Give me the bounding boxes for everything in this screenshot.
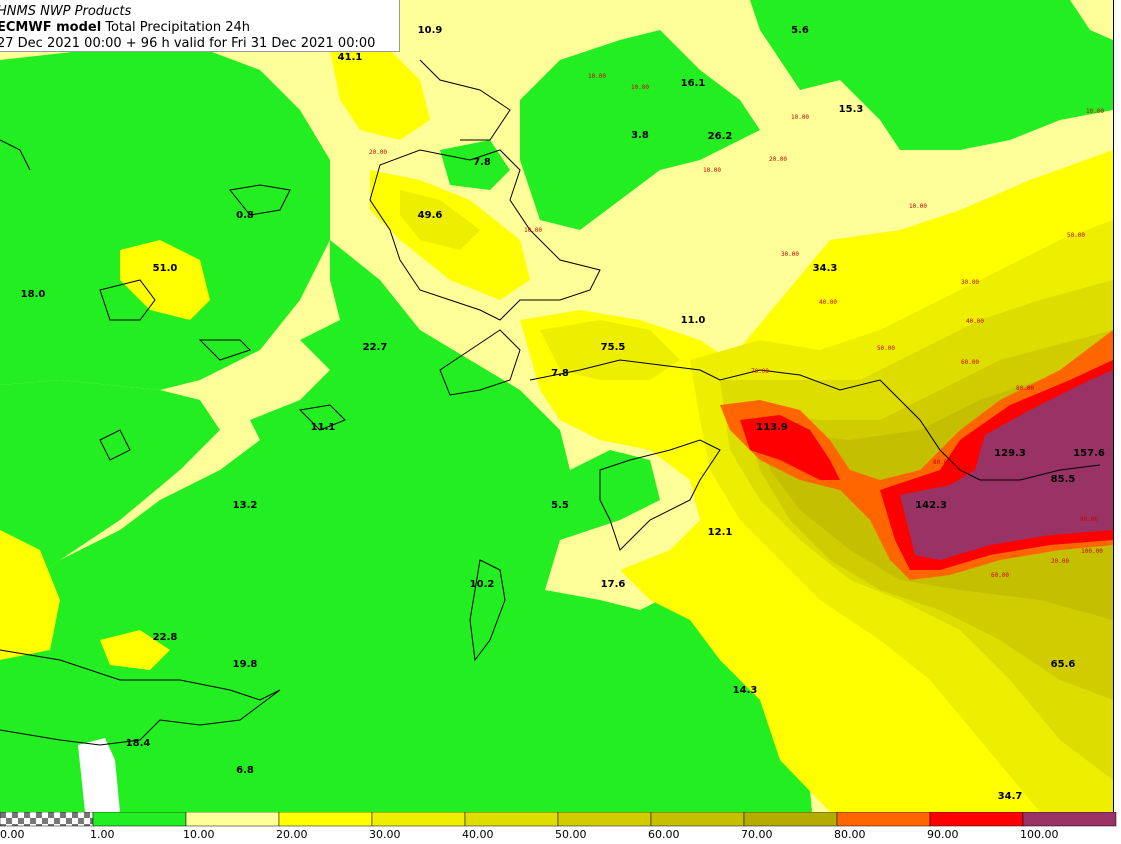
grid-value-label: 51.0: [153, 263, 178, 274]
grid-value-label: 10.2: [470, 579, 495, 590]
model-name: ECMWF model: [0, 20, 102, 35]
legend-label: 20.00: [276, 828, 308, 841]
legend-label: 100.00: [1020, 828, 1059, 841]
contour-value-label: 100.00: [1081, 548, 1103, 555]
contour-value-label: 30.00: [781, 251, 799, 258]
legend-swatch: [836, 812, 931, 827]
legend-swatch: [557, 812, 652, 827]
grid-value-label: 142.3: [915, 500, 947, 511]
legend-label: 30.00: [369, 828, 401, 841]
legend-label: 40.00: [462, 828, 494, 841]
valid-time: 27 Dec 2021 00:00 + 96 h valid for Fri 3…: [0, 36, 376, 51]
grid-value-label: 75.5: [601, 342, 626, 353]
product-line: HNMS NWP Products: [0, 4, 132, 19]
legend-swatch: [371, 812, 466, 827]
grid-value-label: 34.7: [998, 791, 1023, 802]
contour-value-label: 40.00: [819, 299, 837, 306]
field-name: Total Precipitation 24h: [105, 20, 250, 35]
map-frame-right: [1113, 0, 1121, 812]
grid-value-label: 7.8: [473, 157, 491, 168]
grid-value-label: 18.4: [126, 738, 151, 749]
contour-value-label: 90.00: [1080, 516, 1098, 523]
contour-value-label: 70.00: [953, 465, 971, 472]
grid-value-label: 10.9: [418, 25, 443, 36]
contour-value-label: 80.00: [933, 459, 951, 466]
contour-value-label: 30.00: [961, 279, 979, 286]
legend-label: 90.00: [927, 828, 959, 841]
grid-value-label: 11.1: [311, 422, 336, 433]
grid-value-label: 113.9: [756, 422, 788, 433]
grid-value-label: 49.6: [418, 210, 443, 221]
contour-value-label: 10.00: [631, 84, 649, 91]
legend-label: 1.00: [90, 828, 115, 841]
contour-value-label: 20.00: [369, 149, 387, 156]
legend-swatch: [464, 812, 559, 827]
grid-value-label: 22.8: [153, 632, 178, 643]
legend-label: 0.00: [0, 828, 25, 841]
contour-value-label: 50.00: [1067, 232, 1085, 239]
grid-value-label: 17.6: [601, 579, 626, 590]
grid-value-label: 26.2: [708, 131, 733, 142]
grid-value-label: 14.3: [733, 685, 758, 696]
legend-swatch: [743, 812, 838, 827]
legend-swatch: [92, 812, 187, 827]
contour-value-label: 20.00: [1051, 558, 1069, 565]
contour-value-label: 40.00: [966, 318, 984, 325]
grid-value-label: 0.8: [236, 210, 254, 221]
grid-value-label: 13.2: [233, 500, 258, 511]
contour-value-label: 10.00: [588, 73, 606, 80]
contour-value-label: 60.00: [991, 572, 1009, 579]
map-header: HNMS NWP Products ECMWF model Total Prec…: [0, 0, 400, 52]
grid-value-label: 34.3: [813, 263, 838, 274]
grid-value-label: 6.8: [236, 765, 254, 776]
grid-value-label: 3.8: [631, 130, 649, 141]
grid-value-label: 85.5: [1051, 474, 1076, 485]
grid-value-label: 22.7: [363, 342, 388, 353]
grid-value-label: 129.3: [994, 448, 1026, 459]
legend-label: 70.00: [741, 828, 773, 841]
contour-value-label: 60.00: [961, 359, 979, 366]
grid-value-label: 15.3: [839, 104, 864, 115]
contour-value-label: 20.00: [769, 156, 787, 163]
contour-value-label: 10.00: [524, 227, 542, 234]
grid-value-label: 11.0: [681, 315, 706, 326]
legend-label: 60.00: [648, 828, 680, 841]
legend-swatch: [0, 812, 94, 827]
legend-swatch: [185, 812, 280, 827]
grid-value-label: 16.1: [681, 78, 706, 89]
grid-value-label: 7.8: [551, 368, 569, 379]
contour-value-label: 70.00: [751, 368, 769, 375]
contour-value-label: 80.00: [1016, 385, 1034, 392]
contour-value-label: 10.00: [1086, 108, 1104, 115]
model-line: ECMWF model Total Precipitation 24h: [0, 20, 399, 36]
legend-swatch: [1022, 812, 1117, 827]
grid-value-label: 5.5: [551, 500, 569, 511]
legend-label: 10.00: [183, 828, 215, 841]
grid-value-label: 65.6: [1051, 659, 1076, 670]
legend-label: 50.00: [555, 828, 587, 841]
legend-swatch: [929, 812, 1024, 827]
contour-value-label: 10.00: [791, 114, 809, 121]
grid-value-label: 157.6: [1073, 448, 1105, 459]
grid-value-label: 12.1: [708, 527, 733, 538]
contour-value-label: 50.00: [877, 345, 895, 352]
grid-value-label: 19.8: [233, 659, 258, 670]
contour-value-label: 10.00: [703, 167, 721, 174]
contour-value-label: 10.00: [909, 203, 927, 210]
legend-label: 80.00: [834, 828, 866, 841]
grid-value-label: 5.6: [791, 25, 809, 36]
legend-swatch: [650, 812, 745, 827]
grid-value-label: 18.0: [21, 289, 46, 300]
precipitation-map: 10.9 41.1 5.6 16.1 15.3 3.8 26.2 7.8 49.6 0.8 51.0…: [0, 0, 1121, 812]
grid-value-label: 41.1: [338, 52, 363, 63]
legend-swatch: [278, 812, 373, 827]
